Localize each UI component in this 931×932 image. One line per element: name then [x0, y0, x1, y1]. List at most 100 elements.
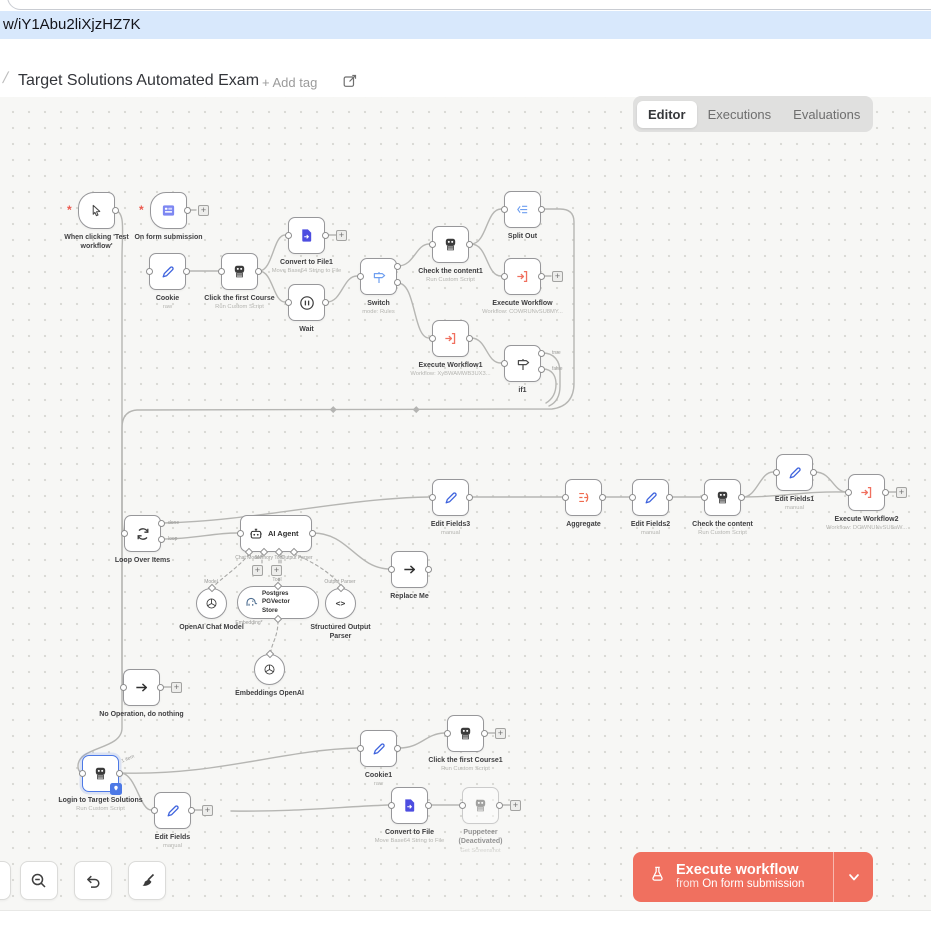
zoom-out-button[interactable] — [20, 861, 58, 900]
edit-title-icon[interactable] — [342, 73, 358, 94]
node-convert-to-file1[interactable] — [288, 217, 325, 254]
node-on-form-submission[interactable] — [150, 192, 187, 229]
node-cookie1[interactable] — [360, 730, 397, 767]
node-click-the-first-course1[interactable] — [447, 715, 484, 752]
node-port[interactable] — [145, 268, 153, 275]
node-port[interactable] — [443, 730, 451, 737]
node-port[interactable] — [537, 206, 545, 213]
node-edit-fields1[interactable] — [776, 454, 813, 491]
node-port[interactable] — [183, 207, 191, 214]
add-tag-button[interactable]: + Add tag — [262, 75, 317, 90]
node-convert-to-file[interactable] — [391, 787, 428, 824]
add-node-plus[interactable]: + — [495, 728, 506, 739]
node-execute-workflow[interactable] — [504, 258, 541, 295]
node-port[interactable] — [115, 770, 123, 777]
node-port[interactable] — [387, 802, 395, 809]
node-port[interactable] — [428, 241, 436, 248]
node-port[interactable] — [772, 469, 780, 476]
node-port[interactable] — [598, 494, 606, 501]
node-port[interactable] — [465, 335, 473, 342]
node-login-to-target-solutions[interactable] — [82, 755, 122, 795]
node-port[interactable] — [157, 519, 165, 527]
node-cookie[interactable] — [149, 253, 186, 290]
node-port[interactable] — [393, 262, 401, 270]
node-port[interactable] — [393, 278, 401, 286]
node-port[interactable] — [809, 469, 817, 476]
zoom-in-button[interactable] — [0, 861, 11, 900]
add-node-plus[interactable]: + — [896, 487, 907, 498]
add-node-plus[interactable]: + — [510, 800, 521, 811]
add-node-plus[interactable]: + — [336, 230, 347, 241]
node-port[interactable] — [120, 530, 128, 537]
node-port[interactable] — [428, 335, 436, 342]
add-node-plus[interactable]: + — [171, 682, 182, 693]
node-wait[interactable] — [288, 284, 325, 321]
node-port[interactable] — [150, 807, 158, 814]
node-split-out[interactable] — [504, 191, 541, 228]
node-port[interactable] — [254, 268, 262, 275]
node-port[interactable] — [182, 268, 190, 275]
node-port[interactable] — [321, 299, 329, 306]
node-port[interactable] — [465, 241, 473, 248]
node-edit-fields[interactable] — [154, 792, 191, 829]
node-replace-me[interactable] — [391, 551, 428, 588]
add-node-plus[interactable]: + — [252, 565, 263, 576]
node-port[interactable] — [628, 494, 636, 501]
node-ai-agent[interactable]: AI Agent — [240, 515, 312, 552]
node-execute-workflow1[interactable] — [432, 320, 469, 357]
node-port[interactable] — [387, 566, 395, 573]
node-port[interactable] — [537, 365, 545, 373]
node-port[interactable] — [561, 494, 569, 501]
tab-evaluations[interactable]: Evaluations — [782, 101, 871, 128]
node-port[interactable] — [119, 684, 127, 691]
node-port[interactable] — [700, 494, 708, 501]
node-check-the-content[interactable] — [704, 479, 741, 516]
node-port[interactable] — [458, 802, 466, 809]
node-port[interactable] — [424, 802, 432, 809]
node-port[interactable] — [500, 273, 508, 280]
node-execute-workflow2[interactable] — [848, 474, 885, 511]
tab-executions[interactable]: Executions — [697, 101, 783, 128]
execute-options-dropdown[interactable] — [833, 852, 873, 902]
node-port[interactable] — [187, 807, 195, 814]
node-switch[interactable] — [360, 258, 397, 295]
node-aggregate[interactable] — [565, 479, 602, 516]
node-port[interactable] — [356, 745, 364, 752]
node-no-operation[interactable] — [123, 669, 160, 706]
add-node-plus[interactable]: + — [271, 565, 282, 576]
node-port[interactable] — [495, 802, 503, 809]
node-edit-fields3[interactable] — [432, 479, 469, 516]
node-port[interactable] — [881, 489, 889, 496]
node-port[interactable] — [284, 232, 292, 239]
tab-editor[interactable]: Editor — [637, 100, 697, 128]
node-port[interactable] — [665, 494, 673, 501]
node-check-the-content1[interactable] — [432, 226, 469, 263]
page-title[interactable]: Target Solutions Automated Exam — [18, 72, 259, 90]
node-port[interactable] — [156, 684, 164, 691]
node-port[interactable] — [737, 494, 745, 501]
browser-omnibox[interactable] — [7, 0, 931, 10]
url-suggestion-row[interactable]: w/iY1Abu2liXjzHZ7K — [0, 11, 931, 39]
node-puppeteer-deactivated[interactable] — [462, 787, 499, 824]
node-port[interactable] — [465, 494, 473, 501]
node-port[interactable] — [500, 360, 508, 367]
node-port[interactable] — [537, 349, 545, 357]
node-port[interactable] — [356, 273, 364, 280]
undo-button[interactable] — [74, 861, 112, 900]
node-port[interactable] — [500, 206, 508, 213]
node-port[interactable] — [321, 232, 329, 239]
node-port[interactable] — [480, 730, 488, 737]
node-port[interactable] — [844, 489, 852, 496]
node-port[interactable] — [236, 530, 244, 537]
execute-workflow-button[interactable]: Execute workflow from On form submission — [633, 852, 873, 902]
node-click-the-first-course[interactable] — [221, 253, 258, 290]
node-port[interactable] — [217, 268, 225, 275]
node-port[interactable] — [308, 530, 316, 537]
node-port[interactable] — [78, 770, 86, 777]
node-if1[interactable] — [504, 345, 541, 382]
node-port[interactable] — [284, 299, 292, 306]
node-when-clicking-test-workflow[interactable] — [78, 192, 115, 229]
node-port[interactable] — [157, 535, 165, 543]
node-port[interactable] — [393, 745, 401, 752]
node-edit-fields2[interactable] — [632, 479, 669, 516]
